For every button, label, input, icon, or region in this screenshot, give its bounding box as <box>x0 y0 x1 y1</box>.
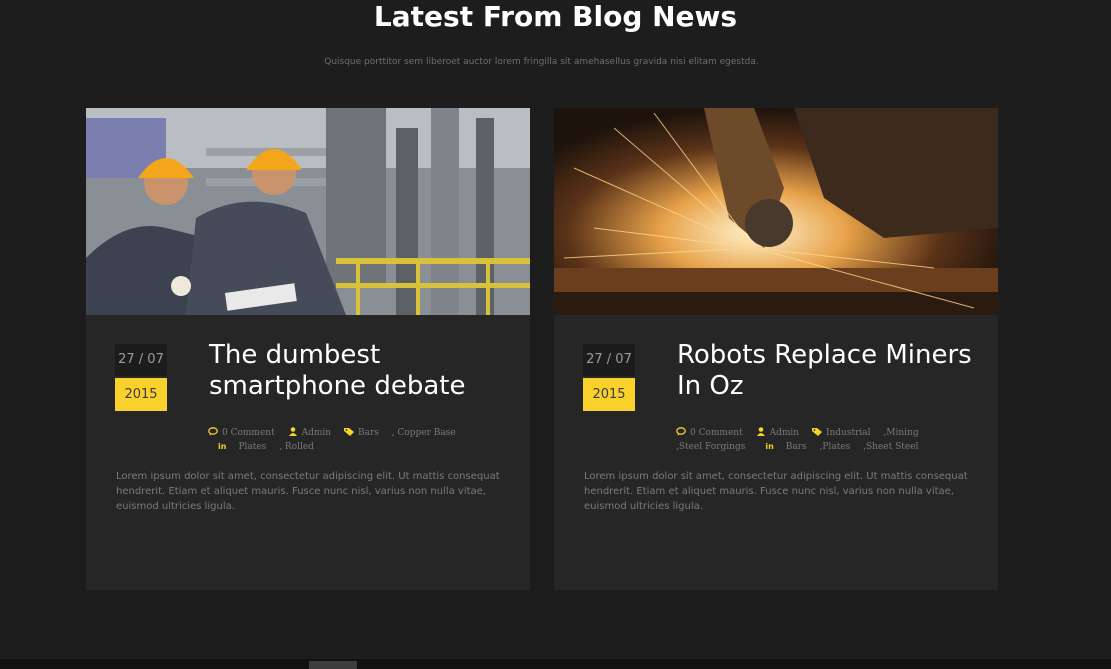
post-date: 27 / 07 2015 <box>583 344 635 411</box>
post-image-grinder[interactable] <box>554 108 998 315</box>
post-meta: 0 Comment Admin Industrial ,Mining ,Stee… <box>676 426 976 454</box>
author-link[interactable]: Admin <box>302 428 331 438</box>
post-excerpt: Lorem ipsum dolor sit amet, consectetur … <box>584 471 968 512</box>
tag-icon <box>343 428 354 436</box>
blog-card: 27 / 07 2015 The dumbest smartphone deba… <box>86 108 530 590</box>
comment-count[interactable]: 0 Comment <box>222 428 275 438</box>
post-title[interactable]: Robots Replace Miners In Oz <box>677 340 997 402</box>
tag-link[interactable]: ,Mining <box>883 428 918 438</box>
speech-bubble-icon <box>208 427 218 436</box>
tag-link[interactable]: Bars <box>358 428 379 438</box>
tag-link[interactable]: Plates <box>238 442 266 452</box>
tag-icon <box>811 428 822 436</box>
tag-link[interactable]: , Copper Base <box>392 428 456 438</box>
section-subtitle: Quisque porttitor sem liberoet auctor lo… <box>324 57 759 67</box>
post-image-workers[interactable] <box>86 108 530 315</box>
footer-edge <box>0 659 1111 669</box>
tag-link[interactable]: ,Steel Forgings <box>676 442 745 452</box>
post-date-day: 27 / 07 <box>115 344 167 376</box>
user-icon <box>288 427 297 436</box>
section-title: Latest From Blog News <box>373 0 738 33</box>
post-excerpt: Lorem ipsum dolor sit amet, consectetur … <box>116 471 500 512</box>
speech-bubble-icon <box>676 427 686 436</box>
tag-link[interactable]: , Rolled <box>279 442 314 452</box>
post-date-year: 2015 <box>115 378 167 411</box>
post-date: 27 / 07 2015 <box>115 344 167 411</box>
tag-link[interactable]: Industrial <box>826 428 871 438</box>
linkedin-icon: in <box>218 442 227 451</box>
post-meta: 0 Comment Admin Bars , Copper Base in Pla… <box>208 426 508 454</box>
blog-card: 27 / 07 2015 Robots Replace Miners In Oz… <box>554 108 998 590</box>
post-date-year: 2015 <box>583 378 635 411</box>
user-icon <box>756 427 765 436</box>
scroll-indicator[interactable] <box>309 661 357 669</box>
tag-link[interactable]: ,Sheet Steel <box>863 442 918 452</box>
author-link[interactable]: Admin <box>770 428 799 438</box>
tag-link[interactable]: ,Plates <box>820 442 851 452</box>
post-date-day: 27 / 07 <box>583 344 635 376</box>
tag-link[interactable]: Bars <box>786 442 807 452</box>
post-title[interactable]: The dumbest smartphone debate <box>209 340 529 402</box>
comment-count[interactable]: 0 Comment <box>690 428 743 438</box>
linkedin-icon: in <box>765 442 774 451</box>
